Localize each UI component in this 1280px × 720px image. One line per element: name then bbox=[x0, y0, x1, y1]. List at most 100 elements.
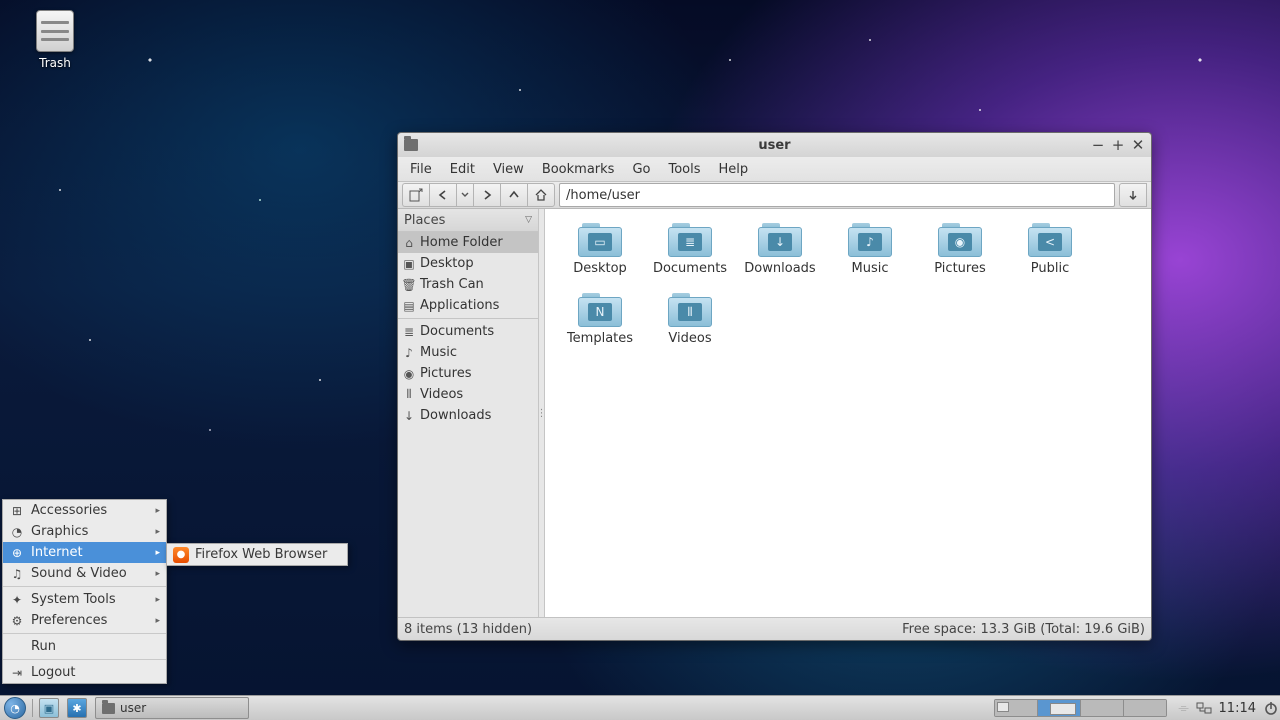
folder-desktop[interactable]: ▭Desktop bbox=[555, 223, 645, 293]
apps-icon: ▤ bbox=[402, 299, 416, 313]
back-button[interactable] bbox=[429, 183, 456, 207]
menu-item-run[interactable]: Run bbox=[3, 636, 166, 657]
workspace-2[interactable] bbox=[1038, 700, 1081, 716]
workspace-1[interactable] bbox=[995, 700, 1038, 716]
bluetooth-icon[interactable]: ⌯ bbox=[1175, 699, 1193, 717]
back-history-button[interactable] bbox=[456, 183, 473, 207]
address-bar[interactable]: /home/user bbox=[559, 183, 1115, 207]
sidebar-item-label: Trash Can bbox=[420, 277, 484, 292]
folder-icon: ≣ bbox=[668, 223, 712, 257]
sidebar-item-label: Applications bbox=[420, 298, 499, 313]
workspace-4[interactable] bbox=[1124, 700, 1166, 716]
menu-bookmarks[interactable]: Bookmarks bbox=[534, 159, 623, 180]
docs-icon: ≣ bbox=[402, 325, 416, 339]
system-tray: ⌯ 11:14 bbox=[994, 696, 1280, 720]
vids-icon: ⦀ bbox=[402, 388, 416, 402]
folder-icon: ♪ bbox=[848, 223, 892, 257]
status-free-space: Free space: 13.3 GiB (Total: 19.6 GiB) bbox=[902, 622, 1145, 637]
folder-videos[interactable]: ⦀Videos bbox=[645, 293, 735, 363]
folder-icon: ↓ bbox=[758, 223, 802, 257]
start-menu-button[interactable]: ◔ bbox=[0, 697, 30, 719]
folder-label: Desktop bbox=[555, 261, 645, 276]
go-button[interactable] bbox=[1119, 183, 1147, 207]
forward-button[interactable] bbox=[473, 183, 500, 207]
music-icon: ♪ bbox=[402, 346, 416, 360]
menu-item-preferences[interactable]: ⚙Preferences▸ bbox=[3, 610, 166, 631]
desk-icon: ▣ bbox=[402, 257, 416, 271]
sidebar-item-downloads[interactable]: ↓ Downloads bbox=[398, 405, 538, 426]
sidebar-item-label: Home Folder bbox=[420, 235, 503, 250]
menu-item-system-tools[interactable]: ✦System Tools▸ bbox=[3, 589, 166, 610]
sidebar-item-music[interactable]: ♪Music bbox=[398, 342, 538, 363]
category-icon: ✦ bbox=[9, 592, 25, 608]
workspace-pager[interactable] bbox=[994, 699, 1167, 717]
folder-label: Public bbox=[1005, 261, 1095, 276]
sidebar: Places ▽ ⌂Home Folder ▣ Desktop 🗑 Trash Can ▤… bbox=[398, 209, 539, 617]
menu-go[interactable]: Go bbox=[624, 159, 658, 180]
sidebar-item-documents[interactable]: ≣Documents bbox=[398, 321, 538, 342]
application-submenu-internet: ● Firefox Web Browser bbox=[166, 543, 348, 566]
category-icon bbox=[9, 639, 25, 655]
maximize-button[interactable]: + bbox=[1109, 136, 1127, 154]
minimize-button[interactable]: − bbox=[1089, 136, 1107, 154]
file-manager-window: user − + ✕ File Edit View Bookmarks Go T… bbox=[397, 132, 1152, 641]
down-icon: ↓ bbox=[402, 409, 416, 423]
clock[interactable]: 11:14 bbox=[1215, 701, 1260, 716]
places-header[interactable]: Places ▽ bbox=[398, 209, 538, 232]
launcher-browser[interactable]: ✱ bbox=[63, 697, 91, 719]
folder-icon: ⦀ bbox=[668, 293, 712, 327]
category-icon: ⚙ bbox=[9, 613, 25, 629]
menu-tools[interactable]: Tools bbox=[660, 159, 708, 180]
sidebar-item-home-folder[interactable]: ⌂Home Folder bbox=[398, 232, 538, 253]
sidebar-item-pictures[interactable]: ◉Pictures bbox=[398, 363, 538, 384]
menu-item-accessories[interactable]: ⊞Accessories▸ bbox=[3, 500, 166, 521]
menu-view[interactable]: View bbox=[485, 159, 532, 180]
statusbar: 8 items (13 hidden) Free space: 13.3 GiB… bbox=[398, 617, 1151, 640]
home-button[interactable] bbox=[527, 183, 555, 207]
new-tab-button[interactable] bbox=[402, 183, 429, 207]
trash-icon: 🗑 bbox=[402, 278, 416, 292]
chevron-right-icon: ▸ bbox=[155, 527, 160, 537]
power-icon[interactable] bbox=[1262, 699, 1280, 717]
menu-file[interactable]: File bbox=[402, 159, 440, 180]
sidebar-item-desktop[interactable]: ▣ Desktop bbox=[398, 253, 538, 274]
taskbar-item-user[interactable]: user bbox=[95, 697, 249, 719]
workspace-3[interactable] bbox=[1081, 700, 1124, 716]
menu-item-logout[interactable]: ⇥Logout bbox=[3, 662, 166, 683]
up-button[interactable] bbox=[500, 183, 527, 207]
menu-item-internet[interactable]: ⊕Internet▸ bbox=[3, 542, 166, 563]
folder-documents[interactable]: ≣Documents bbox=[645, 223, 735, 293]
sidebar-item-videos[interactable]: ⦀Videos bbox=[398, 384, 538, 405]
chevron-right-icon: ▸ bbox=[155, 548, 160, 558]
folder-downloads[interactable]: ↓Downloads bbox=[735, 223, 825, 293]
desktop-icon-trash[interactable]: Trash bbox=[36, 10, 74, 70]
category-icon: ⇥ bbox=[9, 665, 25, 681]
chevron-right-icon: ▸ bbox=[155, 616, 160, 626]
category-icon: ⊞ bbox=[9, 503, 25, 519]
category-icon: ◔ bbox=[9, 524, 25, 540]
menu-help[interactable]: Help bbox=[711, 159, 757, 180]
menu-item-graphics[interactable]: ◔ Graphics ▸ bbox=[3, 521, 166, 542]
folder-icon: N bbox=[578, 293, 622, 327]
sidebar-item-trash-can[interactable]: 🗑 Trash Can bbox=[398, 274, 538, 295]
menu-item-label: Graphics bbox=[31, 524, 88, 539]
sidebar-item-label: Desktop bbox=[420, 256, 474, 271]
sidebar-item-label: Downloads bbox=[420, 408, 491, 423]
menu-item-sound-video[interactable]: ♫Sound & Video▸ bbox=[3, 563, 166, 584]
menu-item-firefox[interactable]: ● Firefox Web Browser bbox=[167, 544, 347, 565]
chevron-down-icon: ▽ bbox=[525, 215, 532, 225]
network-icon[interactable] bbox=[1195, 699, 1213, 717]
folder-pictures[interactable]: ◉Pictures bbox=[915, 223, 1005, 293]
menu-edit[interactable]: Edit bbox=[442, 159, 483, 180]
launcher-file-manager[interactable]: ▣ bbox=[35, 697, 63, 719]
folder-icon: < bbox=[1028, 223, 1072, 257]
folder-public[interactable]: < Public bbox=[1005, 223, 1095, 293]
folder-icon bbox=[102, 703, 115, 714]
icon-view[interactable]: ▭Desktop≣Documents↓Downloads♪Music◉Pictu… bbox=[545, 209, 1151, 617]
close-button[interactable]: ✕ bbox=[1129, 136, 1147, 154]
sidebar-item-applications[interactable]: ▤ Applications bbox=[398, 295, 538, 316]
folder-music[interactable]: ♪Music bbox=[825, 223, 915, 293]
folder-templates[interactable]: NTemplates bbox=[555, 293, 645, 363]
menu-item-label: Accessories bbox=[31, 503, 107, 518]
titlebar[interactable]: user − + ✕ bbox=[398, 133, 1151, 157]
